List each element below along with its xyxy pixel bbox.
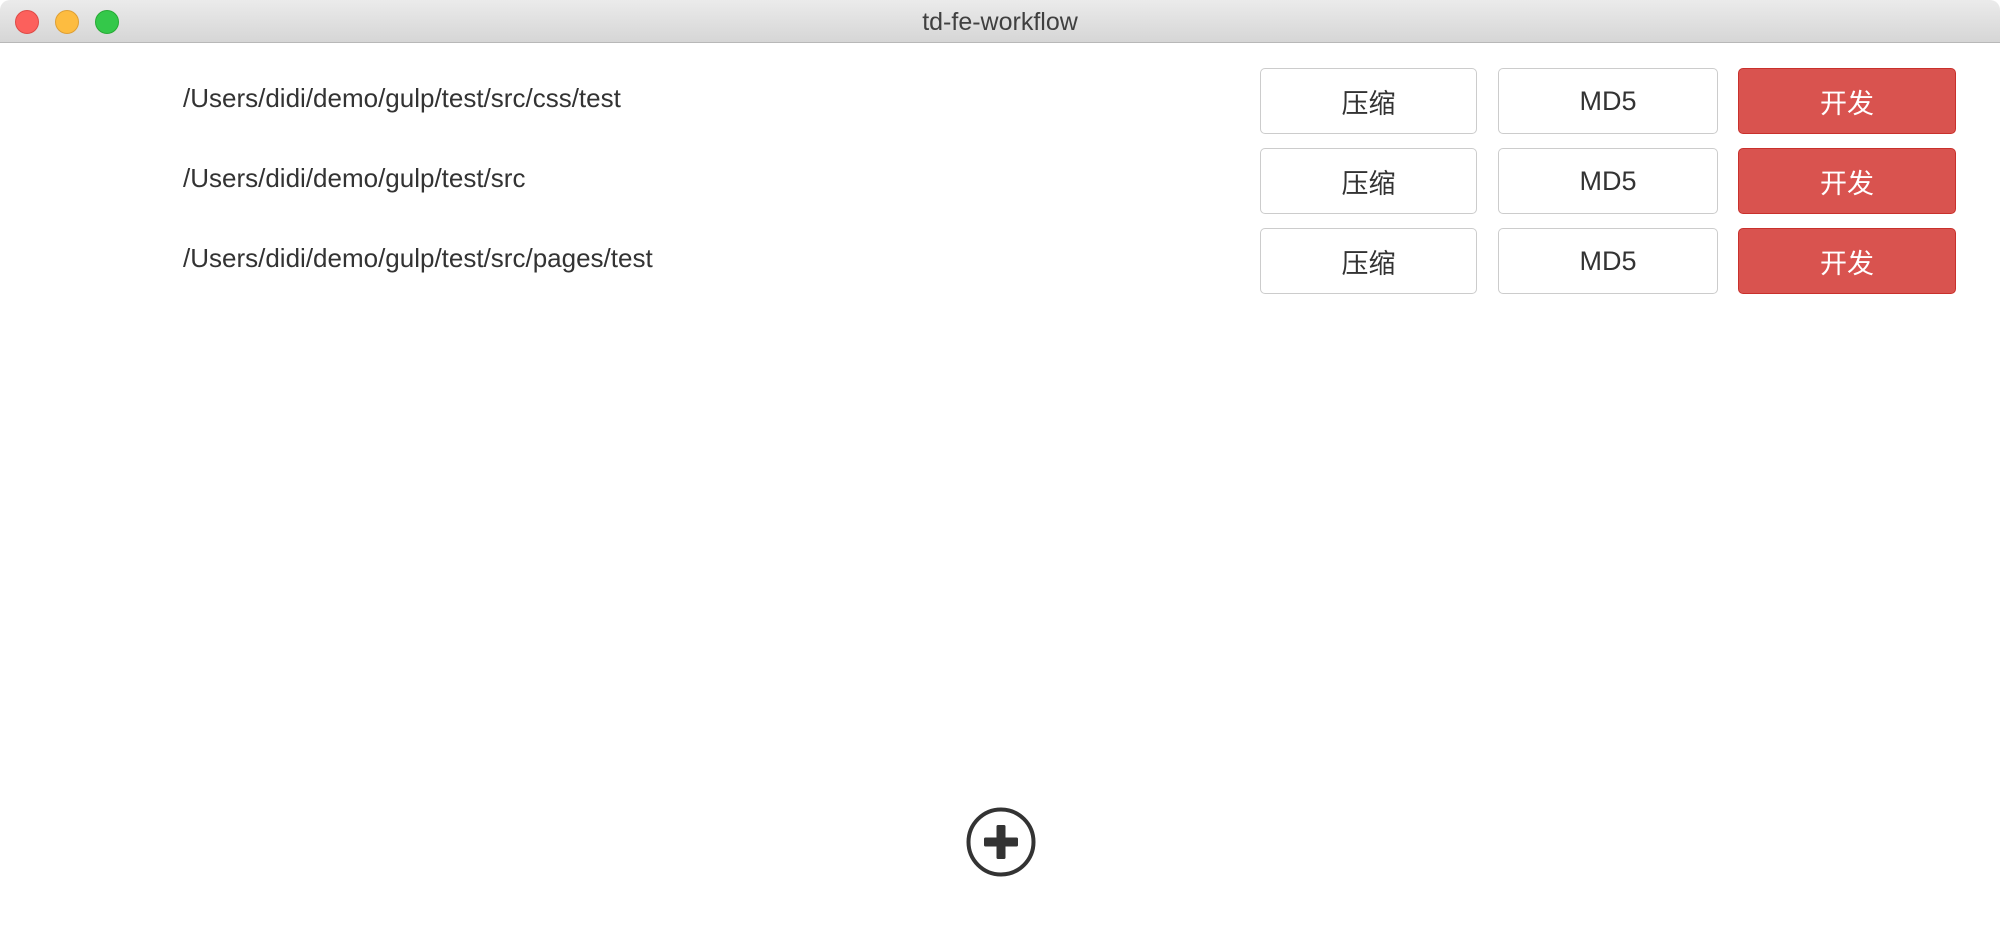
project-row: /Users/didi/demo/gulp/test/src/pages/tes… (0, 203, 2000, 294)
project-path: /Users/didi/demo/gulp/test/src (183, 163, 526, 193)
project-list: /Users/didi/demo/gulp/test/src/css/test … (0, 43, 2000, 940)
compress-button[interactable]: 压缩 (1260, 228, 1477, 294)
title-bar[interactable]: td-fe-workflow (0, 0, 2000, 43)
project-path: /Users/didi/demo/gulp/test/src/pages/tes… (183, 243, 653, 273)
add-project-button[interactable] (966, 807, 1036, 877)
dev-button[interactable]: 开发 (1738, 228, 1956, 294)
project-path: /Users/didi/demo/gulp/test/src/css/test (183, 83, 621, 113)
project-row: /Users/didi/demo/gulp/test/src/css/test … (0, 43, 2000, 134)
window-title: td-fe-workflow (922, 8, 1078, 36)
project-row: /Users/didi/demo/gulp/test/src 压缩 MD5 开发 (0, 123, 2000, 214)
plus-circle-icon (966, 807, 1036, 877)
md5-button[interactable]: MD5 (1498, 228, 1718, 294)
app-window: td-fe-workflow /Users/didi/demo/gulp/tes… (0, 0, 2000, 940)
